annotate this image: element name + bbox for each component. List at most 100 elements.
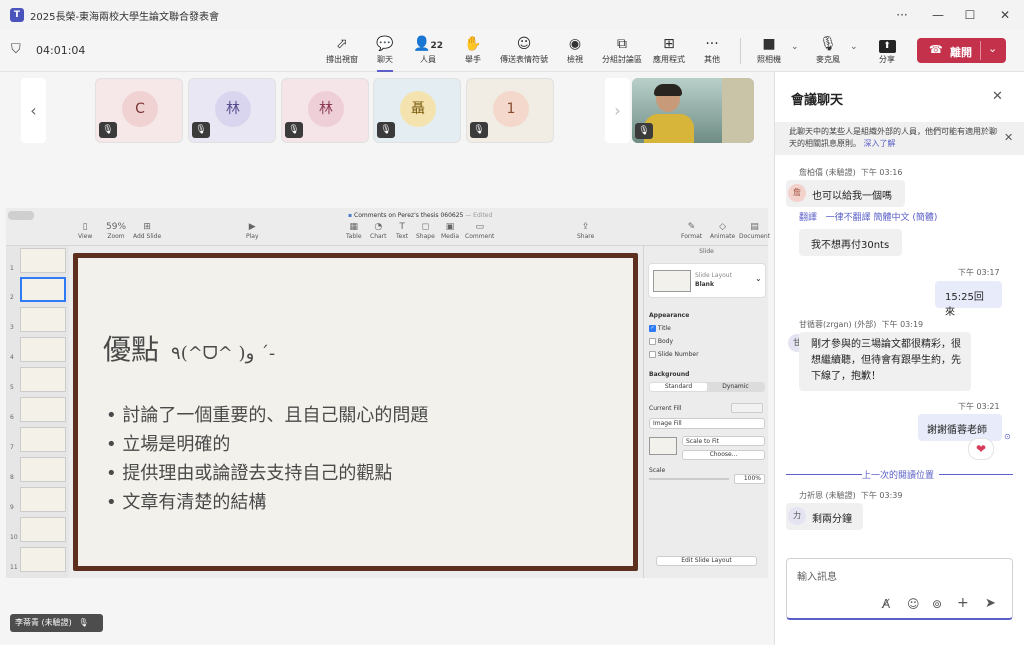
body-checkbox[interactable]: Body (649, 338, 673, 345)
comment-tool[interactable]: ▭ Comment (465, 222, 494, 240)
participant-tile[interactable]: 聶 🎙 (373, 78, 461, 143)
media-tool[interactable]: ▣ Media (441, 222, 459, 240)
chat-message[interactable]: 剛才參與的三場論文都很精彩，很想繼續聽，但待會有跟學生約，先下線了，抱歉！ (799, 332, 971, 391)
slide-thumbnail[interactable] (20, 517, 66, 542)
slide-thumbnail[interactable] (20, 307, 66, 332)
leave-options-chevron-icon[interactable]: ⌄ (988, 42, 997, 55)
share-icon: ⇪ (581, 222, 590, 232)
camera-options-chevron-icon[interactable]: ⌄ (791, 42, 799, 52)
slide-thumbnail[interactable] (20, 337, 66, 362)
camera-button[interactable]: ■ 照相機 (747, 35, 791, 65)
participant-tile[interactable]: C 🎙 (95, 78, 183, 143)
raise-hand-button[interactable]: ✋ 舉手 (451, 35, 495, 65)
format-icon[interactable]: A̸ (882, 597, 890, 611)
translate-link: 翻譯 (799, 213, 818, 223)
fill-type-select[interactable]: Image Fill (649, 418, 765, 429)
edit-slide-layout-button[interactable]: Edit Slide Layout (656, 556, 757, 566)
title-checkbox[interactable]: ✓ Title (649, 325, 671, 332)
format-icon: ✎ (687, 222, 696, 232)
slide-layout-picker[interactable]: Slide Layout Blank ⌄ (648, 263, 766, 298)
close-chat-icon[interactable]: ✕ (992, 89, 1003, 104)
chart-tool[interactable]: ◔ Chart (370, 222, 387, 240)
participant-tile[interactable]: 林 🎙 (281, 78, 369, 143)
apps-icon: ⊞ (663, 36, 675, 52)
participant-tile[interactable]: 林 🎙 (188, 78, 276, 143)
slide-bullet: • 文章有清楚的結構 (106, 492, 267, 513)
slide-thumbnail[interactable] (20, 248, 66, 273)
document-tool[interactable]: ▤ Document (739, 222, 770, 240)
mic-options-chevron-icon[interactable]: ⌄ (850, 42, 858, 52)
slide-thumbnail[interactable] (20, 457, 66, 482)
slide-thumbnail[interactable] (20, 397, 66, 422)
participants-prev-button[interactable]: ‹ (21, 78, 46, 143)
reactions-button[interactable]: ☺ 傳送表情符號 (494, 35, 554, 65)
popout-button[interactable]: ⬀ 撐出視窗 (320, 35, 364, 65)
scale-to-fit-select[interactable]: Scale to Fit (682, 436, 765, 446)
slide-thumbnail[interactable] (20, 547, 66, 572)
heart-reaction-icon[interactable]: ❤ (968, 438, 994, 460)
participant-tile[interactable]: 1 🎙 (466, 78, 554, 143)
share-button[interactable]: ⬆ 分享 (865, 35, 909, 65)
plus-icon[interactable]: + (957, 595, 969, 611)
people-icon: 👤22 (413, 36, 443, 52)
zoom-tool[interactable]: 59% Zoom (106, 222, 126, 240)
choose-button[interactable]: Choose... (682, 450, 765, 460)
mic-off-icon: 🎙 (377, 122, 395, 138)
close-button[interactable]: ✕ (995, 6, 1015, 24)
dismiss-banner-icon[interactable]: ✕ (1004, 131, 1013, 144)
breakout-rooms-button[interactable]: ⧉ 分組討論區 (598, 35, 646, 65)
fill-image-well[interactable] (649, 437, 677, 455)
play-tool[interactable]: ▶ Play (246, 222, 259, 240)
my-message[interactable]: 謝謝循蓉老師 (918, 414, 1002, 441)
scale-slider[interactable] (649, 478, 729, 480)
text-tool[interactable]: T Text (396, 222, 408, 240)
send-icon[interactable]: ➤ (985, 596, 996, 611)
mic-off-icon: 🎙 (78, 618, 89, 627)
view-tool[interactable]: ▯ View (78, 222, 92, 240)
more-options-icon[interactable]: ··· (892, 6, 912, 24)
participants-next-button[interactable]: › (605, 78, 630, 143)
video-tile[interactable]: 🎙 (632, 78, 754, 143)
compose-box[interactable]: 輸入訊息 A̸ ☺ ⊚ + ➤ (786, 558, 1013, 620)
maximize-button[interactable]: ☐ (960, 6, 980, 24)
slide-bullet-list: • 討論了一個重要的、且自己關心的問題 • 立場是明確的 • 提供理由或論證去支… (106, 401, 428, 517)
apps-button[interactable]: ⊞ 應用程式 (647, 35, 691, 65)
plus-icon: ⊞ (143, 222, 151, 232)
chat-message[interactable]: 我不想再付30nts (799, 229, 902, 256)
slide-canvas[interactable]: 優點 ٩(^ᗜ^ )و ´- • 討論了一個重要的、且自己關心的問題 • 立場是明… (73, 253, 638, 571)
leave-button[interactable]: ☎ 離開 ⌄ (917, 38, 1006, 63)
slide-thumbnail[interactable] (20, 427, 66, 452)
more-button[interactable]: ··· 其他 (690, 35, 734, 65)
chart-icon: ◔ (374, 222, 383, 232)
slide-number-checkbox[interactable]: Slide Number (649, 351, 699, 358)
view-button[interactable]: ◉ 檢視 (553, 35, 597, 65)
toolbar-divider (740, 38, 741, 64)
slide-thumbnail-selected[interactable] (20, 277, 66, 302)
people-button[interactable]: 👤22 人員 (406, 35, 450, 65)
chat-message[interactable]: 詹 也可以給我一個嗎 (786, 180, 905, 207)
background-segmented[interactable]: Standard Dynamic (649, 382, 765, 392)
window-title: 2025長榮-東海兩校大學生論文聯合發表會 (30, 12, 220, 23)
minimize-button[interactable]: — (928, 6, 948, 24)
slide-thumbnail[interactable] (20, 367, 66, 392)
avatar: 詹 (788, 184, 806, 202)
table-tool[interactable]: ▦ Table (346, 222, 362, 240)
table-icon: ▦ (349, 222, 359, 232)
format-tool[interactable]: ✎ Format (681, 222, 702, 240)
learn-more-link[interactable]: 深入了解 (864, 139, 896, 148)
slide-thumbnail[interactable] (20, 487, 66, 512)
animate-tool[interactable]: ◇ Animate (710, 222, 735, 240)
mic-button[interactable]: 🎙 麥克風 (806, 35, 850, 65)
shape-tool[interactable]: ◻ Shape (416, 222, 435, 240)
translate-actions[interactable]: 翻譯 一律不翻譯 簡體中文 (簡體) (799, 210, 937, 223)
share-tool[interactable]: ⇪ Share (577, 222, 594, 240)
emoji-icon[interactable]: ☺ (907, 597, 920, 611)
add-slide-tool[interactable]: ⊞ Add Slide (133, 222, 161, 240)
never-translate-link: 一律不翻譯 簡體中文 (簡體) (825, 213, 938, 223)
message-input[interactable]: 輸入訊息 (797, 568, 837, 583)
chat-button[interactable]: 💬 聊天 (363, 35, 407, 72)
my-message[interactable]: 15:25回來 (935, 281, 1002, 318)
chevron-down-icon: ⌄ (755, 274, 762, 283)
chat-message[interactable]: 力 剩兩分鐘 (786, 503, 863, 530)
loop-icon[interactable]: ⊚ (932, 597, 942, 611)
